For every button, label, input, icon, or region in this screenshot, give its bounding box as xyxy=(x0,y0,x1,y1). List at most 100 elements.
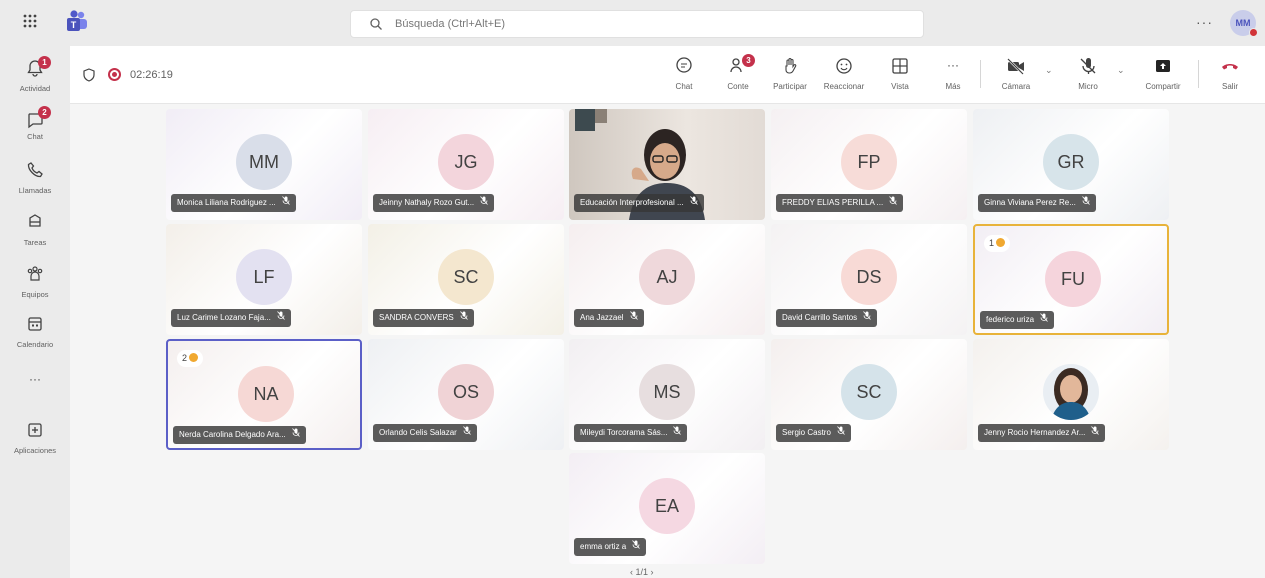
participant-tile[interactable]: Jenny Rocio Hernandez Ar... xyxy=(973,339,1169,450)
mic-off-icon xyxy=(1078,56,1098,76)
camera-options-chevron-icon[interactable]: ⌄ xyxy=(1045,65,1053,76)
participant-name: Sergio Castro xyxy=(782,428,831,437)
participant-name: Ginna Viviana Perez Re... xyxy=(984,198,1076,207)
rail-item-label: Equipos xyxy=(21,290,49,299)
muted-mic-icon xyxy=(1091,424,1100,442)
participant-name: FREDDY ELIAS PERILLA ... xyxy=(782,198,884,207)
camera-label: Cámara xyxy=(1001,82,1031,91)
participant-tile[interactable]: Educación Interprofesional ... xyxy=(569,109,765,220)
muted-mic-icon xyxy=(277,309,285,327)
more-horizontal-icon: ··· xyxy=(947,58,959,72)
participant-avatar: FP xyxy=(841,134,897,190)
rail-item-calls[interactable]: Llamadas xyxy=(0,154,70,206)
rail-item-apps[interactable]: Aplicaciones xyxy=(0,414,70,466)
participant-tile[interactable]: NA 2 Nerda Carolina Delgado Ara... xyxy=(166,339,362,450)
participant-name-label: SANDRA CONVERS xyxy=(373,309,474,327)
meeting-stage: 02:26:19 Chat 3 Conte Participar Reaccio… xyxy=(70,46,1265,578)
more-options-icon[interactable]: ··· xyxy=(1196,14,1213,30)
tasks-icon xyxy=(25,212,45,232)
rail-item-chat[interactable]: 2 Chat xyxy=(0,104,70,156)
rail-item-activity[interactable]: 1 Actividad xyxy=(0,52,70,104)
share-label: Compartir xyxy=(1145,82,1181,91)
shield-icon xyxy=(83,68,95,82)
rail-item-tasks[interactable]: Tareas xyxy=(0,206,70,258)
participant-name-label: Jeinny Nathaly Rozo Gut... xyxy=(373,194,495,212)
participant-tile[interactable]: EA emma ortiz a xyxy=(569,453,765,564)
participant-tile[interactable]: OS Orlando Celis Salazar xyxy=(368,339,564,450)
participant-tile[interactable]: MM Monica Liliana Rodriguez ... xyxy=(166,109,362,220)
camera-button[interactable]: Cámara xyxy=(996,56,1036,98)
rail-item-label: Actividad xyxy=(19,84,51,93)
user-avatar[interactable]: MM xyxy=(1230,10,1258,37)
search-icon xyxy=(369,17,383,31)
participant-name-label: Nerda Carolina Delgado Ara... xyxy=(173,426,306,444)
user-initials: MM xyxy=(1235,18,1251,28)
muted-mic-icon xyxy=(1082,194,1090,212)
participant-name-label: Sergio Castro xyxy=(776,424,851,442)
participant-avatar: AJ xyxy=(639,249,695,305)
chat-badge: 2 xyxy=(38,106,51,119)
rail-item-teams[interactable]: Equipos xyxy=(0,258,70,310)
people-button[interactable]: 3 Conte xyxy=(718,54,758,98)
muted-mic-icon xyxy=(863,309,871,327)
react-label: Reaccionar xyxy=(823,82,865,91)
meeting-controls-bar: 02:26:19 Chat 3 Conte Participar Reaccio… xyxy=(70,46,1265,104)
svg-text:T: T xyxy=(71,20,77,30)
participant-name: Educación Interprofesional ... xyxy=(580,198,684,207)
calendar-icon xyxy=(25,314,45,334)
participant-name: Nerda Carolina Delgado Ara... xyxy=(179,430,286,439)
raised-hand-badge: 2 xyxy=(177,350,204,367)
chat-label: Chat xyxy=(675,82,693,91)
chat-button[interactable]: Chat xyxy=(666,56,702,98)
add-app-icon xyxy=(25,420,45,440)
react-button[interactable]: Reaccionar xyxy=(818,56,870,98)
participant-tile[interactable]: AJ Ana Jazzael xyxy=(569,224,765,335)
participant-name-label: FREDDY ELIAS PERILLA ... xyxy=(776,194,904,212)
participant-name-label: emma ortiz a xyxy=(574,538,647,556)
participant-avatar: MM xyxy=(236,134,292,190)
pagination[interactable]: ‹ 1/1 › xyxy=(630,567,654,577)
more-icon: ··· xyxy=(29,372,41,386)
title-bar: T Búsqueda (Ctrl+Alt+E) ··· MM xyxy=(0,0,1265,46)
hang-up-icon xyxy=(1220,56,1240,76)
toolbar-divider xyxy=(980,60,981,88)
mic-options-chevron-icon[interactable]: ⌄ xyxy=(1117,65,1125,76)
raise-hand-button[interactable]: Participar xyxy=(766,56,814,98)
participant-tile[interactable]: SC SANDRA CONVERS xyxy=(368,224,564,335)
mic-label: Micro xyxy=(1078,82,1098,91)
view-button[interactable]: Vista xyxy=(882,56,918,98)
participant-name: Ana Jazzael xyxy=(580,313,624,322)
view-layout-icon xyxy=(890,56,910,76)
participant-name: Jenny Rocio Hernandez Ar... xyxy=(984,428,1086,437)
participant-tile[interactable]: SC Sergio Castro xyxy=(771,339,967,450)
participant-tile[interactable]: FU 1 federico uriza xyxy=(973,224,1169,335)
participant-tile[interactable]: FP FREDDY ELIAS PERILLA ... xyxy=(771,109,967,220)
rail-more-apps[interactable]: ··· xyxy=(0,368,70,394)
more-actions-button[interactable]: ··· Más xyxy=(938,56,968,98)
participant-tile[interactable]: JG Jeinny Nathaly Rozo Gut... xyxy=(368,109,564,220)
participant-avatar: FU xyxy=(1045,251,1101,307)
search-input[interactable]: Búsqueda (Ctrl+Alt+E) xyxy=(350,10,924,38)
participant-name: Orlando Celis Salazar xyxy=(379,428,457,437)
participant-name: Monica Liliana Rodriguez ... xyxy=(177,198,276,207)
status-busy-icon xyxy=(1249,28,1258,37)
participant-tile[interactable]: MS Mileydi Torcorama Sás... xyxy=(569,339,765,450)
participant-tile[interactable]: DS David Carrillo Santos xyxy=(771,224,967,335)
participant-avatar: LF xyxy=(236,249,292,305)
mic-button[interactable]: Micro xyxy=(1068,56,1108,98)
chat-icon xyxy=(674,56,694,76)
leave-button[interactable]: Salir xyxy=(1212,56,1248,98)
muted-mic-icon xyxy=(632,538,641,556)
hand-icon xyxy=(780,56,800,76)
app-launcher-icon[interactable] xyxy=(22,13,42,33)
muted-mic-icon xyxy=(281,194,290,212)
participant-tile[interactable]: GR Ginna Viviana Perez Re... xyxy=(973,109,1169,220)
participant-name-label: Luz Carime Lozano Fajа... xyxy=(171,309,291,327)
participant-tile[interactable]: LF Luz Carime Lozano Fajа... xyxy=(166,224,362,335)
participant-avatar: JG xyxy=(438,134,494,190)
activity-badge: 1 xyxy=(38,56,51,69)
participant-avatar: SC xyxy=(841,364,897,420)
participant-name: Luz Carime Lozano Fajа... xyxy=(177,313,271,322)
share-button[interactable]: Compartir xyxy=(1138,56,1188,98)
rail-item-calendar[interactable]: Calendario xyxy=(0,308,70,360)
